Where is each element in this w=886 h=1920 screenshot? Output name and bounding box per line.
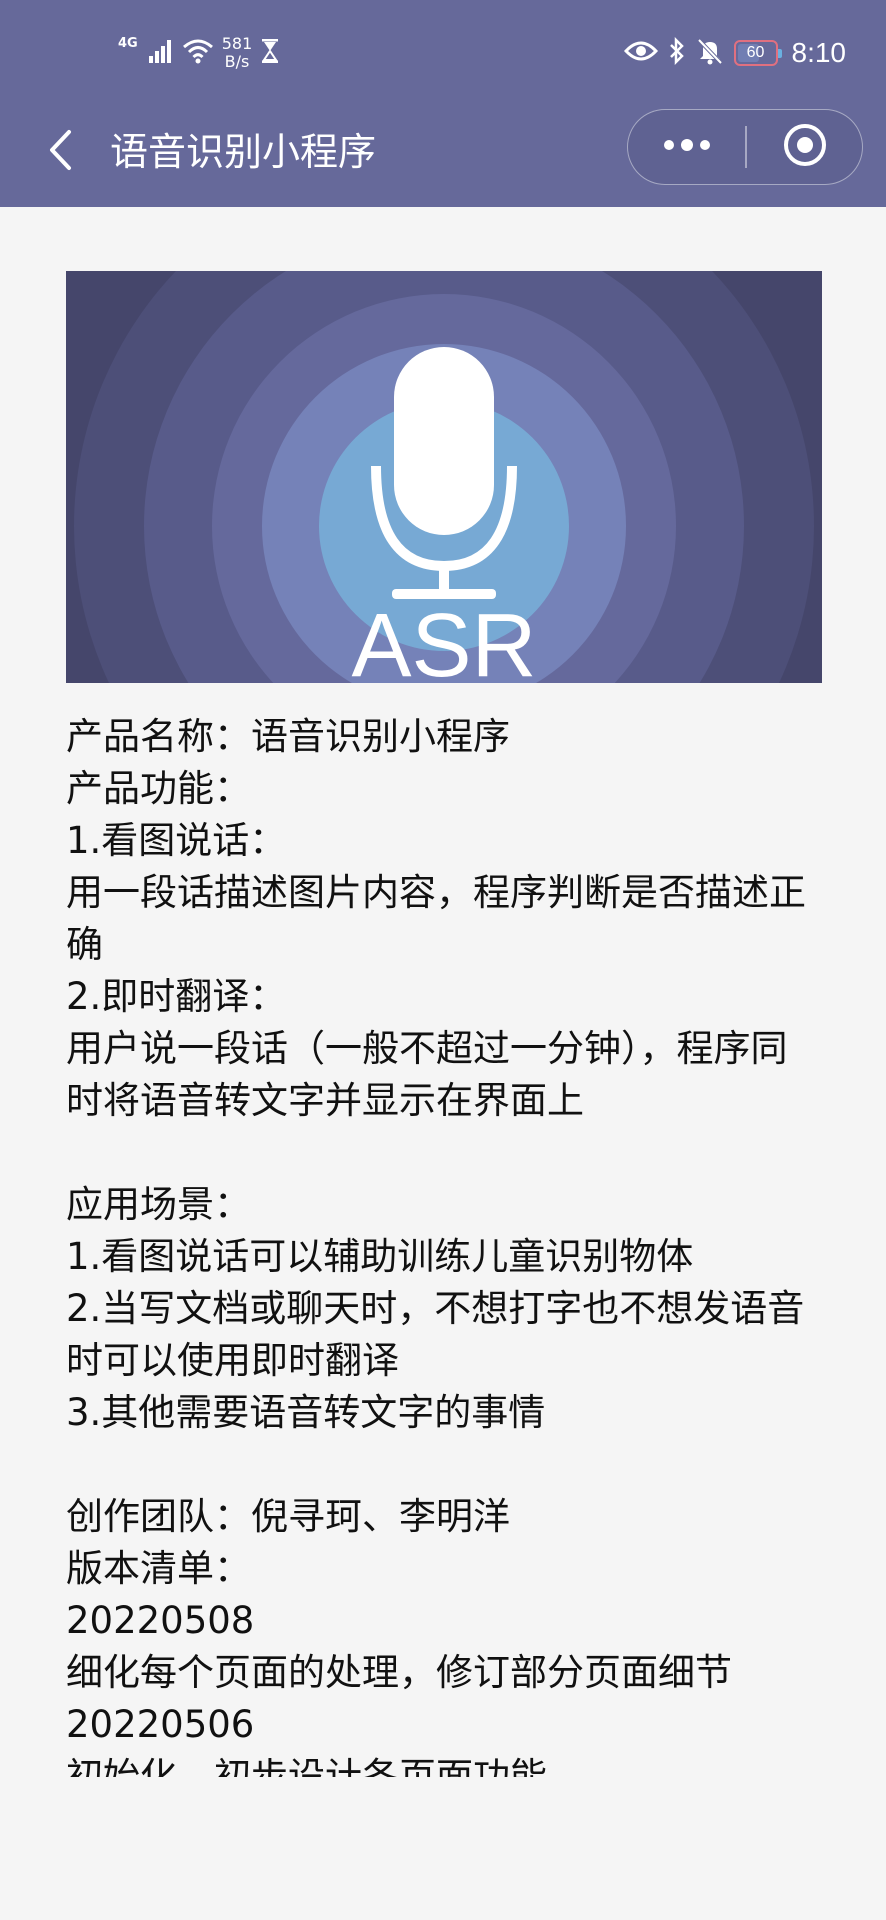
scenario-1: 1.看图说话可以辅助训练儿童识别物体 — [66, 1235, 694, 1278]
scenario-3: 3.其他需要语音转文字的事情 — [66, 1391, 546, 1434]
more-button[interactable] — [628, 110, 745, 183]
hourglass-icon — [260, 38, 280, 68]
bluetooth-icon — [668, 36, 686, 69]
nav-bar: 语音识别小程序 — [0, 100, 886, 207]
battery-level: 60 — [746, 44, 765, 61]
target-circle-icon — [782, 122, 828, 172]
team: 创作团队：倪寻珂、李明洋 — [66, 1495, 510, 1538]
signal-icon — [148, 38, 174, 68]
feature1-description: 用一段话描述图片内容，程序判断是否描述正确 — [66, 871, 806, 966]
chevron-left-icon — [45, 128, 75, 176]
network-speed: 581 B/s — [222, 35, 253, 71]
product-function-heading: 产品功能： — [66, 767, 251, 810]
scenario-2: 2.当写文档或聊天时，不想打字也不想发语音时可以使用即时翻译 — [66, 1287, 805, 1382]
speed-value: 581 — [221, 34, 253, 53]
version1-date: 20220508 — [66, 1599, 255, 1642]
capsule-menu — [627, 109, 863, 185]
wifi-icon — [182, 38, 214, 68]
feature2-description: 用户说一段话（一般不超过一分钟），程序同时将语音转文字并显示在界面上 — [66, 1027, 788, 1122]
product-info: 产品名称：语音识别小程序 产品功能： 1.看图说话： 用一段话描述图片内容，程序… — [66, 711, 822, 1777]
version2-date: 20220506 — [66, 1703, 255, 1746]
product-name: 产品名称：语音识别小程序 — [66, 715, 510, 758]
status-bar: 4G 581 B/s 60 8:10 — [0, 0, 886, 100]
scenarios-heading: 应用场景： — [66, 1183, 251, 1226]
asr-label: ASR — [351, 596, 536, 683]
clock: 8:10 — [791, 37, 847, 68]
version1-description: 细化每个页面的处理，修订部分页面细节 — [66, 1651, 732, 1694]
feature1-title: 1.看图说话： — [66, 819, 287, 862]
page-title: 语音识别小程序 — [110, 130, 377, 174]
bell-muted-icon — [696, 37, 724, 69]
version2-description: 初始化，初步设计各页面功能 — [66, 1755, 547, 1777]
network-type: 4G — [118, 36, 138, 51]
eye-icon — [623, 39, 658, 67]
asr-banner-image: ASR — [66, 271, 822, 683]
main-content: ASR 产品名称：语音识别小程序 产品功能： 1.看图说话： 用一段话描述图片内… — [0, 207, 886, 1777]
versions-heading: 版本清单： — [66, 1547, 251, 1590]
screen: 4G 581 B/s 60 8:10 语音识别小程序 ASR 产品名称：语音识别… — [0, 0, 886, 1920]
status-right: 60 8:10 — [623, 28, 847, 78]
close-miniprogram-button[interactable] — [747, 110, 862, 183]
more-dots-icon — [662, 137, 712, 156]
speed-unit: B/s — [224, 52, 250, 71]
battery-icon: 60 — [733, 40, 782, 66]
back-button[interactable] — [30, 122, 90, 182]
feature2-title: 2.即时翻译： — [66, 975, 287, 1018]
status-left: 4G 581 B/s — [118, 28, 280, 78]
